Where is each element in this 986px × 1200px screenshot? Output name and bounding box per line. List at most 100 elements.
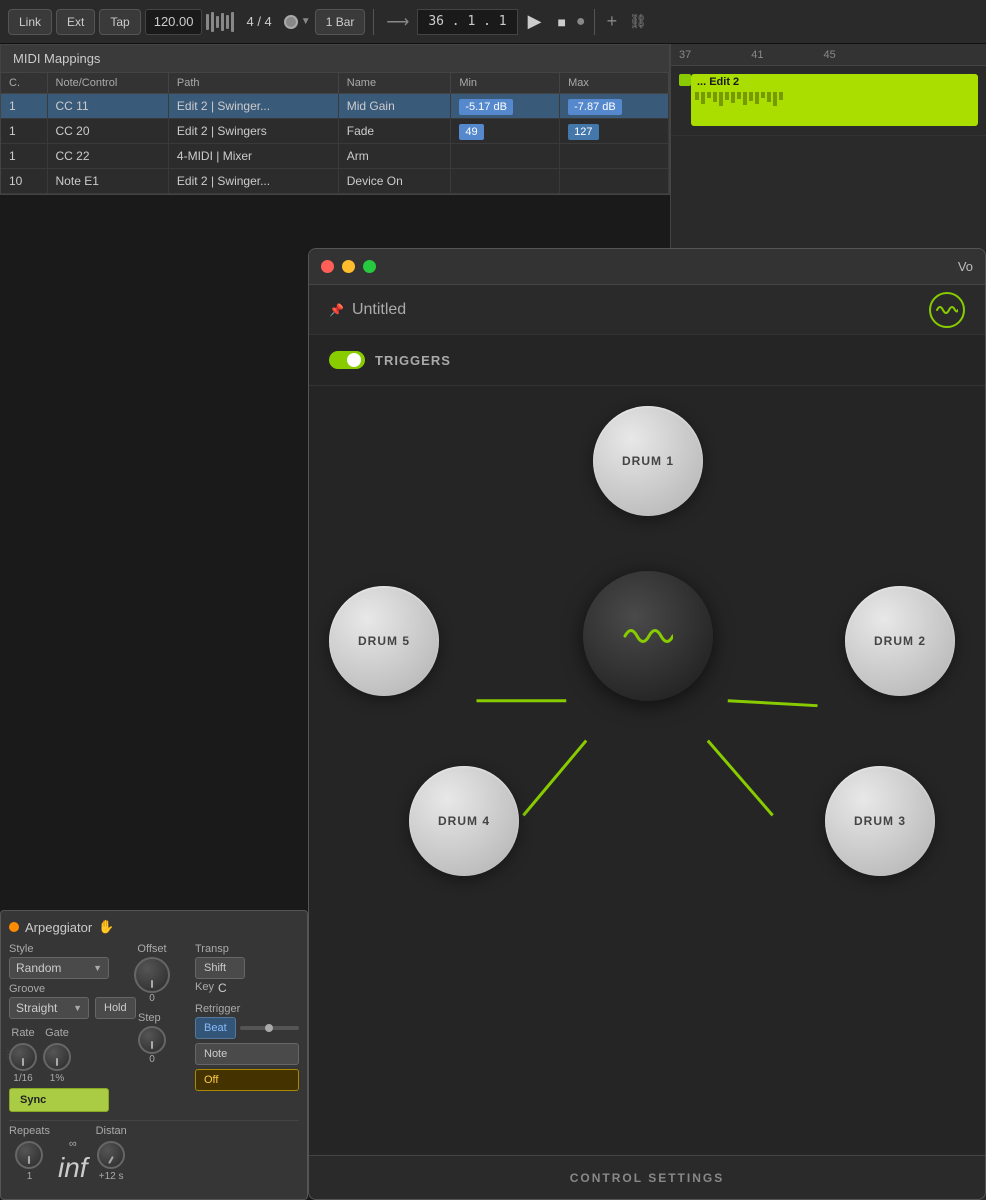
bar-option[interactable]: 1 Bar [315, 9, 366, 35]
midi-panel: MIDI Mappings C. Note/Control Path Name … [0, 44, 670, 195]
arp-title-bar: Arpeggiator ✋ [9, 919, 299, 935]
key-row: Key C [195, 981, 299, 995]
maximize-button[interactable] [363, 260, 376, 273]
inf-group: ∞ inf [58, 1138, 88, 1182]
link-icon[interactable]: ⛓ [625, 13, 651, 30]
beat-button[interactable]: Beat [195, 1017, 236, 1039]
plugin-header: 📌 Untitled [309, 285, 985, 335]
plugin-body: TRIGGERS DRUM 1 DR [309, 335, 985, 1155]
stop-button[interactable]: ■ [551, 14, 571, 30]
minimize-button[interactable] [342, 260, 355, 273]
distance-knob[interactable] [97, 1141, 125, 1169]
close-button[interactable] [321, 260, 334, 273]
time-signature: 4 / 4 [238, 12, 279, 31]
col-ch: C. [1, 73, 47, 94]
beat-slider[interactable] [240, 1026, 299, 1030]
midi-cell-1-5: 127 [560, 119, 669, 144]
steps-knob[interactable] [138, 1026, 166, 1054]
logo-svg [936, 303, 958, 317]
steps-label: Step [138, 1012, 166, 1024]
ext-button[interactable]: Ext [56, 9, 95, 35]
link-button[interactable]: Link [8, 9, 52, 35]
triggers-label: TRIGGERS [375, 353, 451, 368]
play-button[interactable]: ▶ [522, 11, 548, 32]
arp-col-style: Style Random ▼ Groove Straight ▼ Hold [9, 943, 109, 1112]
arpeggiator-panel: ⋮⋮ Arpeggiator ✋ Style Random ▼ Groove S… [0, 910, 308, 1200]
clip-block[interactable]: ... Edit 2 [691, 74, 978, 126]
plugin-window-title: Vo [958, 259, 973, 274]
distance-label: Distan [96, 1125, 127, 1137]
midi-cell-3-5 [560, 169, 669, 194]
midi-cell-0-4: -5.17 dB [451, 94, 560, 119]
col-name: Name [338, 73, 451, 94]
repeats-group: Repeats 1 [9, 1125, 50, 1182]
drum-5-pad[interactable]: DRUM 5 [329, 586, 439, 696]
midi-row-3[interactable]: 10Note E1Edit 2 | Swinger...Device On [1, 169, 669, 194]
control-settings-label: CONTROL SETTINGS [570, 1171, 724, 1185]
arp-main-cols: Style Random ▼ Groove Straight ▼ Hold [9, 943, 299, 1112]
arp-col-transp: Transp Shift Key C Retrigger Beat Note [195, 943, 299, 1112]
drum-1-label: DRUM 1 [622, 454, 674, 468]
midi-row-2[interactable]: 1CC 224-MIDI | MixerArm [1, 144, 669, 169]
midi-cell-2-2: 4-MIDI | Mixer [168, 144, 338, 169]
style-dropdown[interactable]: Random ▼ [9, 957, 109, 979]
groove-dropdown[interactable]: Straight ▼ [9, 997, 89, 1019]
jump-button[interactable]: ⟶ [382, 12, 413, 32]
record-mode[interactable]: ▼ [284, 15, 311, 29]
midi-row-1[interactable]: 1CC 20Edit 2 | SwingersFade49127 [1, 119, 669, 144]
col-control: Note/Control [47, 73, 168, 94]
retrigger-buttons: Beat Note Off [195, 1017, 299, 1091]
bottom-row: Repeats 1 ∞ inf Distan +12 s [9, 1120, 299, 1182]
arrange-ruler: 37 41 45 [671, 44, 986, 66]
drum-center[interactable] [583, 571, 713, 701]
rate-value: 1/16 [13, 1073, 32, 1084]
repeats-knob[interactable] [15, 1141, 43, 1169]
track-lane: ... Edit 2 [671, 66, 986, 136]
steps-knob-marker [151, 1041, 153, 1049]
groove-value: Straight [16, 1001, 57, 1015]
record-dot-1 [284, 15, 298, 29]
gate-knob[interactable] [43, 1043, 71, 1071]
separator-2 [594, 9, 595, 35]
drum-2-pad[interactable]: DRUM 2 [845, 586, 955, 696]
midi-cell-3-2: Edit 2 | Swinger... [168, 169, 338, 194]
center-logo-svg [623, 621, 673, 651]
rate-label: Rate [11, 1027, 34, 1039]
bpm-display[interactable]: 120.00 [145, 9, 203, 35]
midi-cell-3-3: Device On [338, 169, 451, 194]
midi-cell-1-4: 49 [451, 119, 560, 144]
trigger-toggle[interactable] [329, 351, 365, 369]
drum-4-label: DRUM 4 [438, 814, 490, 828]
rate-knob[interactable] [9, 1043, 37, 1071]
plugin-window: Vo 📌 Untitled TRIGGERS [308, 248, 986, 1200]
drum-1-pad[interactable]: DRUM 1 [593, 406, 703, 516]
control-settings-bar[interactable]: CONTROL SETTINGS [309, 1155, 985, 1199]
drum-4-pad[interactable]: DRUM 4 [409, 766, 519, 876]
record-button[interactable]: ● [576, 13, 586, 31]
midi-cell-0-0: 1 [1, 94, 47, 119]
rate-section: Rate 1/16 Gate 1% Syn [9, 1027, 109, 1112]
midi-cell-1-0: 1 [1, 119, 47, 144]
groove-row: Straight ▼ Hold [9, 997, 109, 1019]
steps-group: Step 0 [138, 1012, 166, 1065]
midi-cell-2-3: Arm [338, 144, 451, 169]
drum-5-label: DRUM 5 [358, 634, 410, 648]
col-max: Max [560, 73, 669, 94]
midi-row-0[interactable]: 1CC 11Edit 2 | Swinger...Mid Gain-5.17 d… [1, 94, 669, 119]
clip-label: ... Edit 2 [691, 74, 978, 90]
trigger-toggle-knob [347, 353, 361, 367]
note-button[interactable]: Note [195, 1043, 299, 1065]
position-display: 36 . 1 . 1 [417, 9, 517, 35]
sync-button[interactable]: Sync [9, 1088, 109, 1112]
drum-3-pad[interactable]: DRUM 3 [825, 766, 935, 876]
midi-cell-2-4 [451, 144, 560, 169]
tap-button[interactable]: Tap [99, 9, 140, 35]
offset-knob[interactable] [134, 957, 170, 993]
off-button[interactable]: Off [195, 1069, 299, 1091]
add-button[interactable]: + [603, 11, 622, 32]
shift-button[interactable]: Shift [195, 957, 245, 979]
key-label: Key [195, 981, 214, 993]
retrigger-section: Retrigger Beat Note Off [195, 1003, 299, 1091]
rate-gate-row: Rate 1/16 Gate 1% [9, 1027, 109, 1084]
distance-group: Distan +12 s [96, 1125, 127, 1182]
